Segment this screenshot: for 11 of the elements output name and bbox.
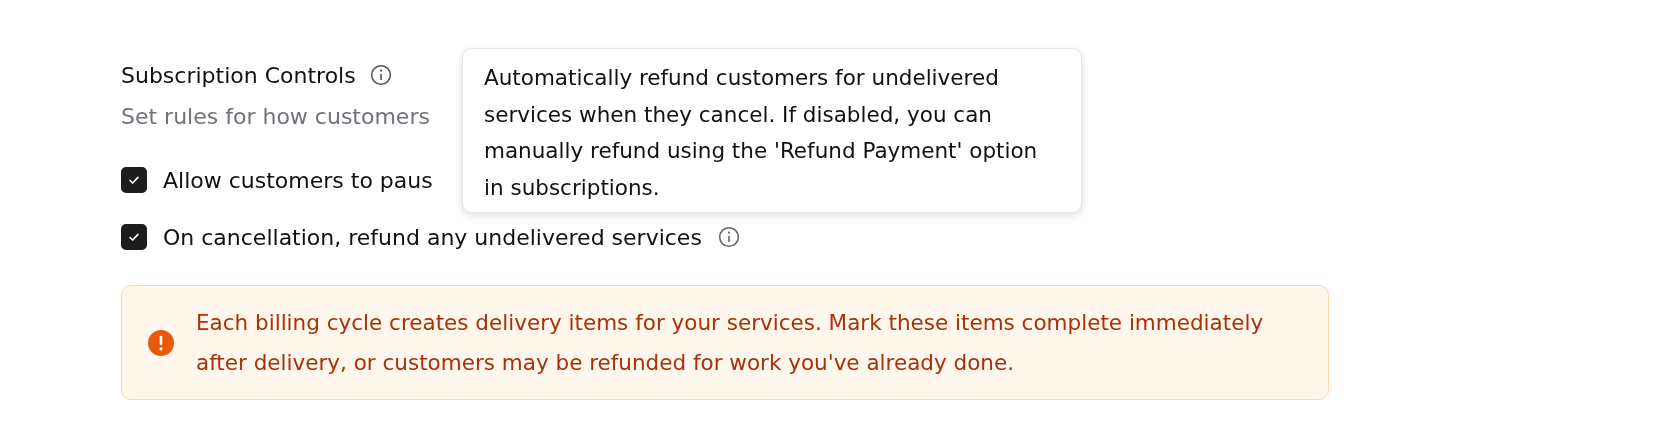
option-label: Allow customers to paus: [163, 167, 433, 193]
section-title: Subscription Controls: [121, 62, 356, 88]
alert-text: Each billing cycle creates delivery items for your services. Mark these items complete immediately after delivery, or customers may be refunded for work you've already done.: [196, 308, 1265, 377]
info-icon[interactable]: [717, 226, 740, 248]
checkbox[interactable]: [121, 167, 147, 193]
tooltip-text: Automatically refund customers for undelivered services when they cancel. If disabled, you can manually refund using the 'Refund Payment' option in subscriptions.: [484, 65, 1038, 200]
checkbox[interactable]: [121, 224, 147, 250]
info-icon[interactable]: [369, 64, 392, 86]
option-label: On cancellation, refund any undelivered services: [163, 224, 702, 250]
section-subtitle: Set rules for how customers: [121, 104, 430, 129]
warning-icon: [148, 329, 174, 356]
